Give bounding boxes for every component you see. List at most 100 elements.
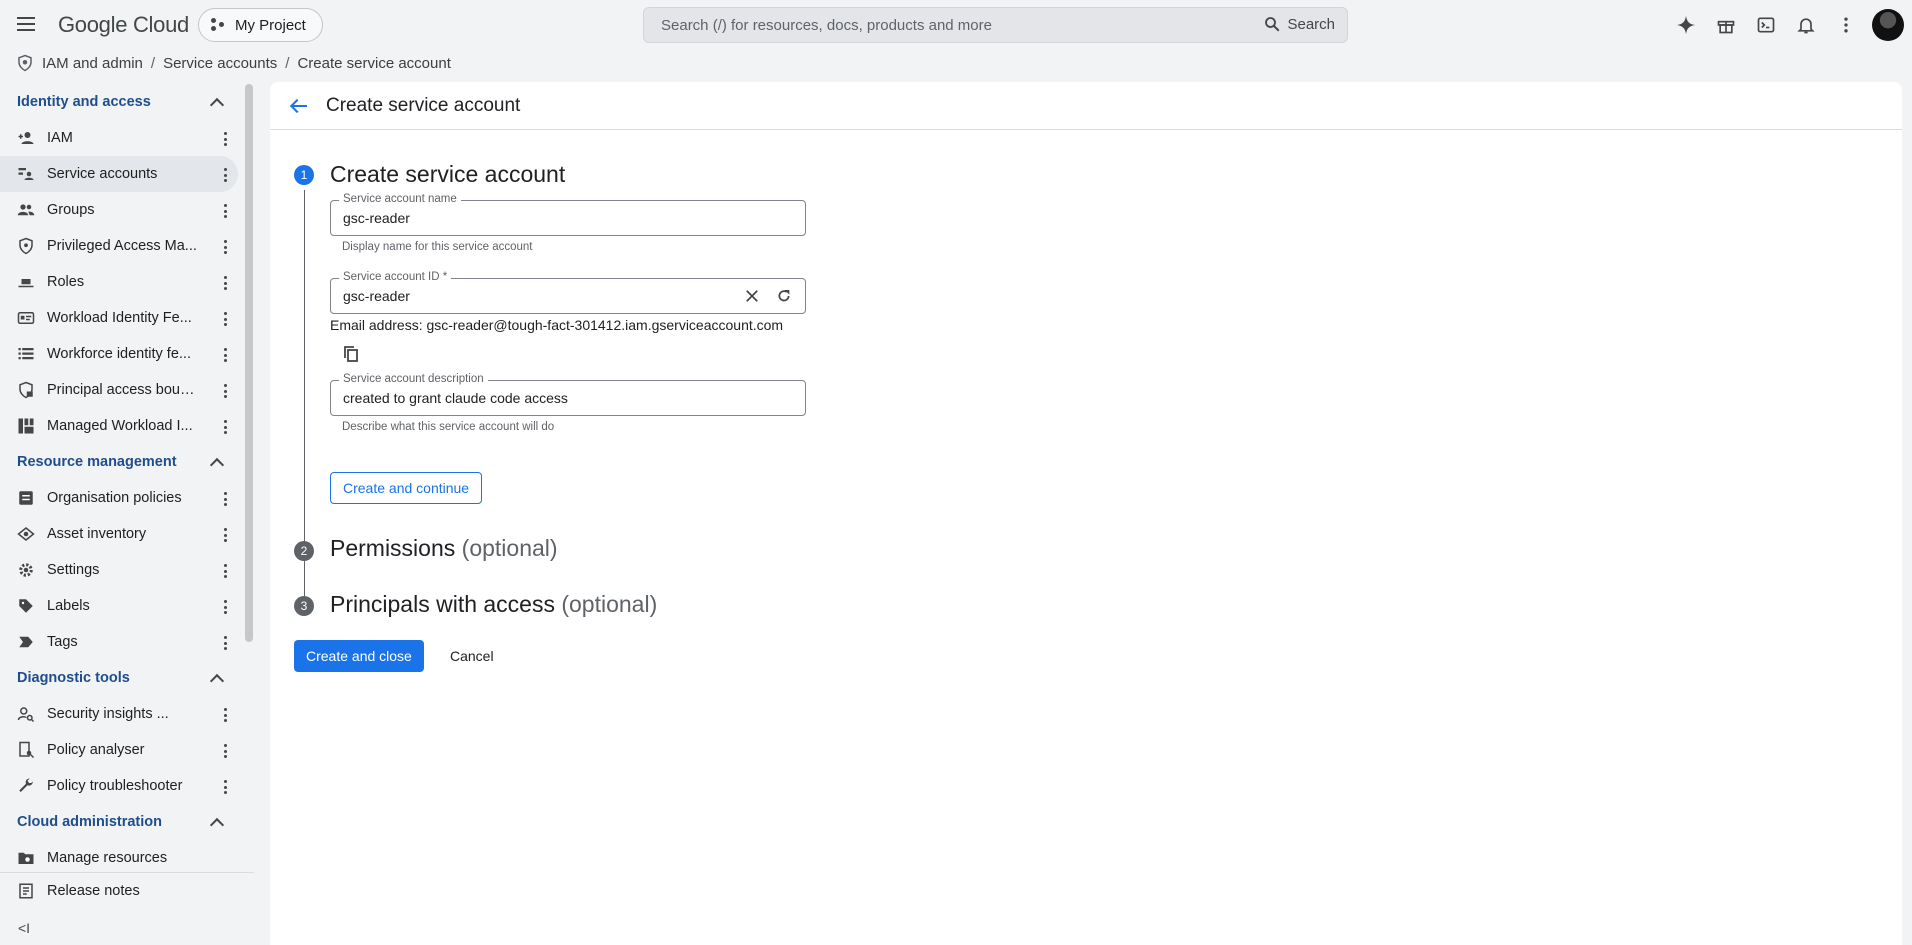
more-options-icon[interactable] [224,276,228,290]
clear-icon[interactable] [743,287,761,305]
main-panel: Create service account 1 Create service … [270,82,1902,945]
back-arrow-icon[interactable] [288,94,312,118]
sidebar-item-settings[interactable]: Settings [0,552,238,588]
copy-icon[interactable] [344,346,358,362]
grid-icon [17,417,35,435]
sidebar-item-service-accounts[interactable]: Service accounts [0,156,238,192]
google-cloud-logo[interactable]: Google Cloud [58,12,189,38]
breadcrumb-separator: / [150,54,156,72]
more-options-icon[interactable] [224,240,228,254]
service-account-name-field[interactable]: Service account name gsc-reader [330,193,806,236]
service-account-description-field[interactable]: Service account description created to g… [330,373,806,416]
cloud-shell-icon[interactable] [1746,5,1786,45]
gemini-sparkle-icon[interactable] [1666,5,1706,45]
more-options-icon[interactable] [224,600,228,614]
more-options-icon[interactable] [224,492,228,506]
sidebar-item-security-insights[interactable]: Security insights ... [0,696,238,732]
more-options-icon[interactable] [224,420,228,434]
more-options-icon[interactable] [224,636,228,650]
gift-icon[interactable] [1706,5,1746,45]
breadcrumb-create-service-account: Create service account [297,54,451,72]
page-title: Create service account [326,94,521,116]
optional-label: (optional) [461,535,558,561]
search-button[interactable]: Search [1263,15,1335,33]
sidebar-item-manage-resources[interactable]: Manage resources [0,840,238,874]
more-options-icon[interactable] [224,348,228,362]
step-2-title-text: Permissions [330,535,456,561]
sidebar-item-asset-inventory[interactable]: Asset inventory [0,516,238,552]
sidebar-item-policy-troubleshooter[interactable]: Policy troubleshooter [0,768,238,804]
sidebar-item-label: Release notes [47,883,140,899]
tag-chevron-icon [17,633,35,651]
section-diagnostic-tools[interactable]: Diagnostic tools [0,660,244,696]
roles-hat-icon [17,273,35,291]
more-options-icon[interactable] [224,780,228,794]
search-input[interactable]: Search (/) for resources, docs, products… [643,7,1348,43]
sidebar-item-roles[interactable]: Roles [0,264,238,300]
sidebar-item-label: Managed Workload I... [47,418,193,434]
breadcrumb-iam-admin[interactable]: IAM and admin [42,55,143,72]
section-cloud-administration[interactable]: Cloud administration [0,804,244,840]
main-menu-icon[interactable] [14,12,38,36]
section-title: Cloud administration [17,814,162,830]
section-resource-management[interactable]: Resource management [0,444,244,480]
sidebar-item-privileged-access[interactable]: Privileged Access Ma... [0,228,238,264]
create-and-close-button[interactable]: Create and close [294,640,424,672]
collapse-sidebar-icon[interactable]: <I [18,920,30,936]
create-and-continue-button[interactable]: Create and continue [330,472,483,504]
more-options-icon[interactable] [224,708,228,722]
more-options-icon[interactable] [224,168,228,182]
step-3-number: 3 [294,596,314,616]
section-title: Identity and access [17,94,151,110]
sidebar-item-label: Settings [47,562,100,578]
sidebar-item-label: Asset inventory [47,526,147,542]
account-avatar[interactable] [1872,9,1904,41]
field-value: gsc-reader [343,210,410,226]
sidebar-item-label: Roles [47,274,85,290]
sidebar-item-policy-analyser[interactable]: Policy analyser [0,732,238,768]
service-account-icon [17,165,35,183]
sidebar-item-label: Organisation policies [47,490,182,506]
sidebar-item-label: Security insights ... [47,706,169,722]
step-3-title[interactable]: Principals with access (optional) [330,591,657,618]
step-2-number: 2 [294,541,314,561]
more-options-icon[interactable] [224,744,228,758]
section-identity-and-access[interactable]: Identity and access [0,84,244,120]
top-icons [1666,0,1912,50]
more-options-icon[interactable] [224,564,228,578]
sidebar-item-release-notes[interactable]: Release notes [0,873,248,909]
more-options-icon[interactable] [224,132,228,146]
sidebar-scrollbar[interactable] [245,84,253,642]
add-person-icon [17,129,35,147]
sidebar-item-groups[interactable]: Groups [0,192,238,228]
person-search-icon [17,705,35,723]
service-account-id-field[interactable]: Service account ID * gsc-reader [330,271,806,314]
more-options-icon[interactable] [224,204,228,218]
more-options-icon[interactable] [224,384,228,398]
step-3-title-text: Principals with access [330,591,555,617]
sidebar-item-managed-workload[interactable]: Managed Workload I... [0,408,238,444]
chevron-up-icon [209,97,225,112]
layers-icon [17,525,35,543]
sidebar-item-workforce-identity[interactable]: Workforce identity fe... [0,336,238,372]
optional-label: (optional) [561,591,658,617]
sidebar-item-iam[interactable]: IAM [0,120,238,156]
sidebar-item-principal-access-boundary[interactable]: Principal access boun... [0,372,238,408]
more-options-icon[interactable] [1826,5,1866,45]
sidebar-item-organisation-policies[interactable]: Organisation policies [0,480,238,516]
sidebar-item-labels[interactable]: Labels [0,588,238,624]
name-hint: Display name for this service account [342,241,533,253]
chevron-up-icon [209,673,225,688]
cancel-button[interactable]: Cancel [442,640,502,672]
step-2-title[interactable]: Permissions (optional) [330,535,558,562]
notifications-bell-icon[interactable] [1786,5,1826,45]
project-picker-button[interactable]: My Project [198,8,323,42]
sidebar-item-tags[interactable]: Tags [0,624,238,660]
more-options-icon[interactable] [224,528,228,542]
sidebar-item-workload-identity[interactable]: Workload Identity Fe... [0,300,238,336]
wrench-icon [17,777,35,795]
more-options-icon[interactable] [224,312,228,326]
refresh-icon[interactable] [775,287,793,305]
sidebar: Identity and access IAM Service accounts… [0,84,254,945]
breadcrumb-service-accounts[interactable]: Service accounts [163,55,277,72]
